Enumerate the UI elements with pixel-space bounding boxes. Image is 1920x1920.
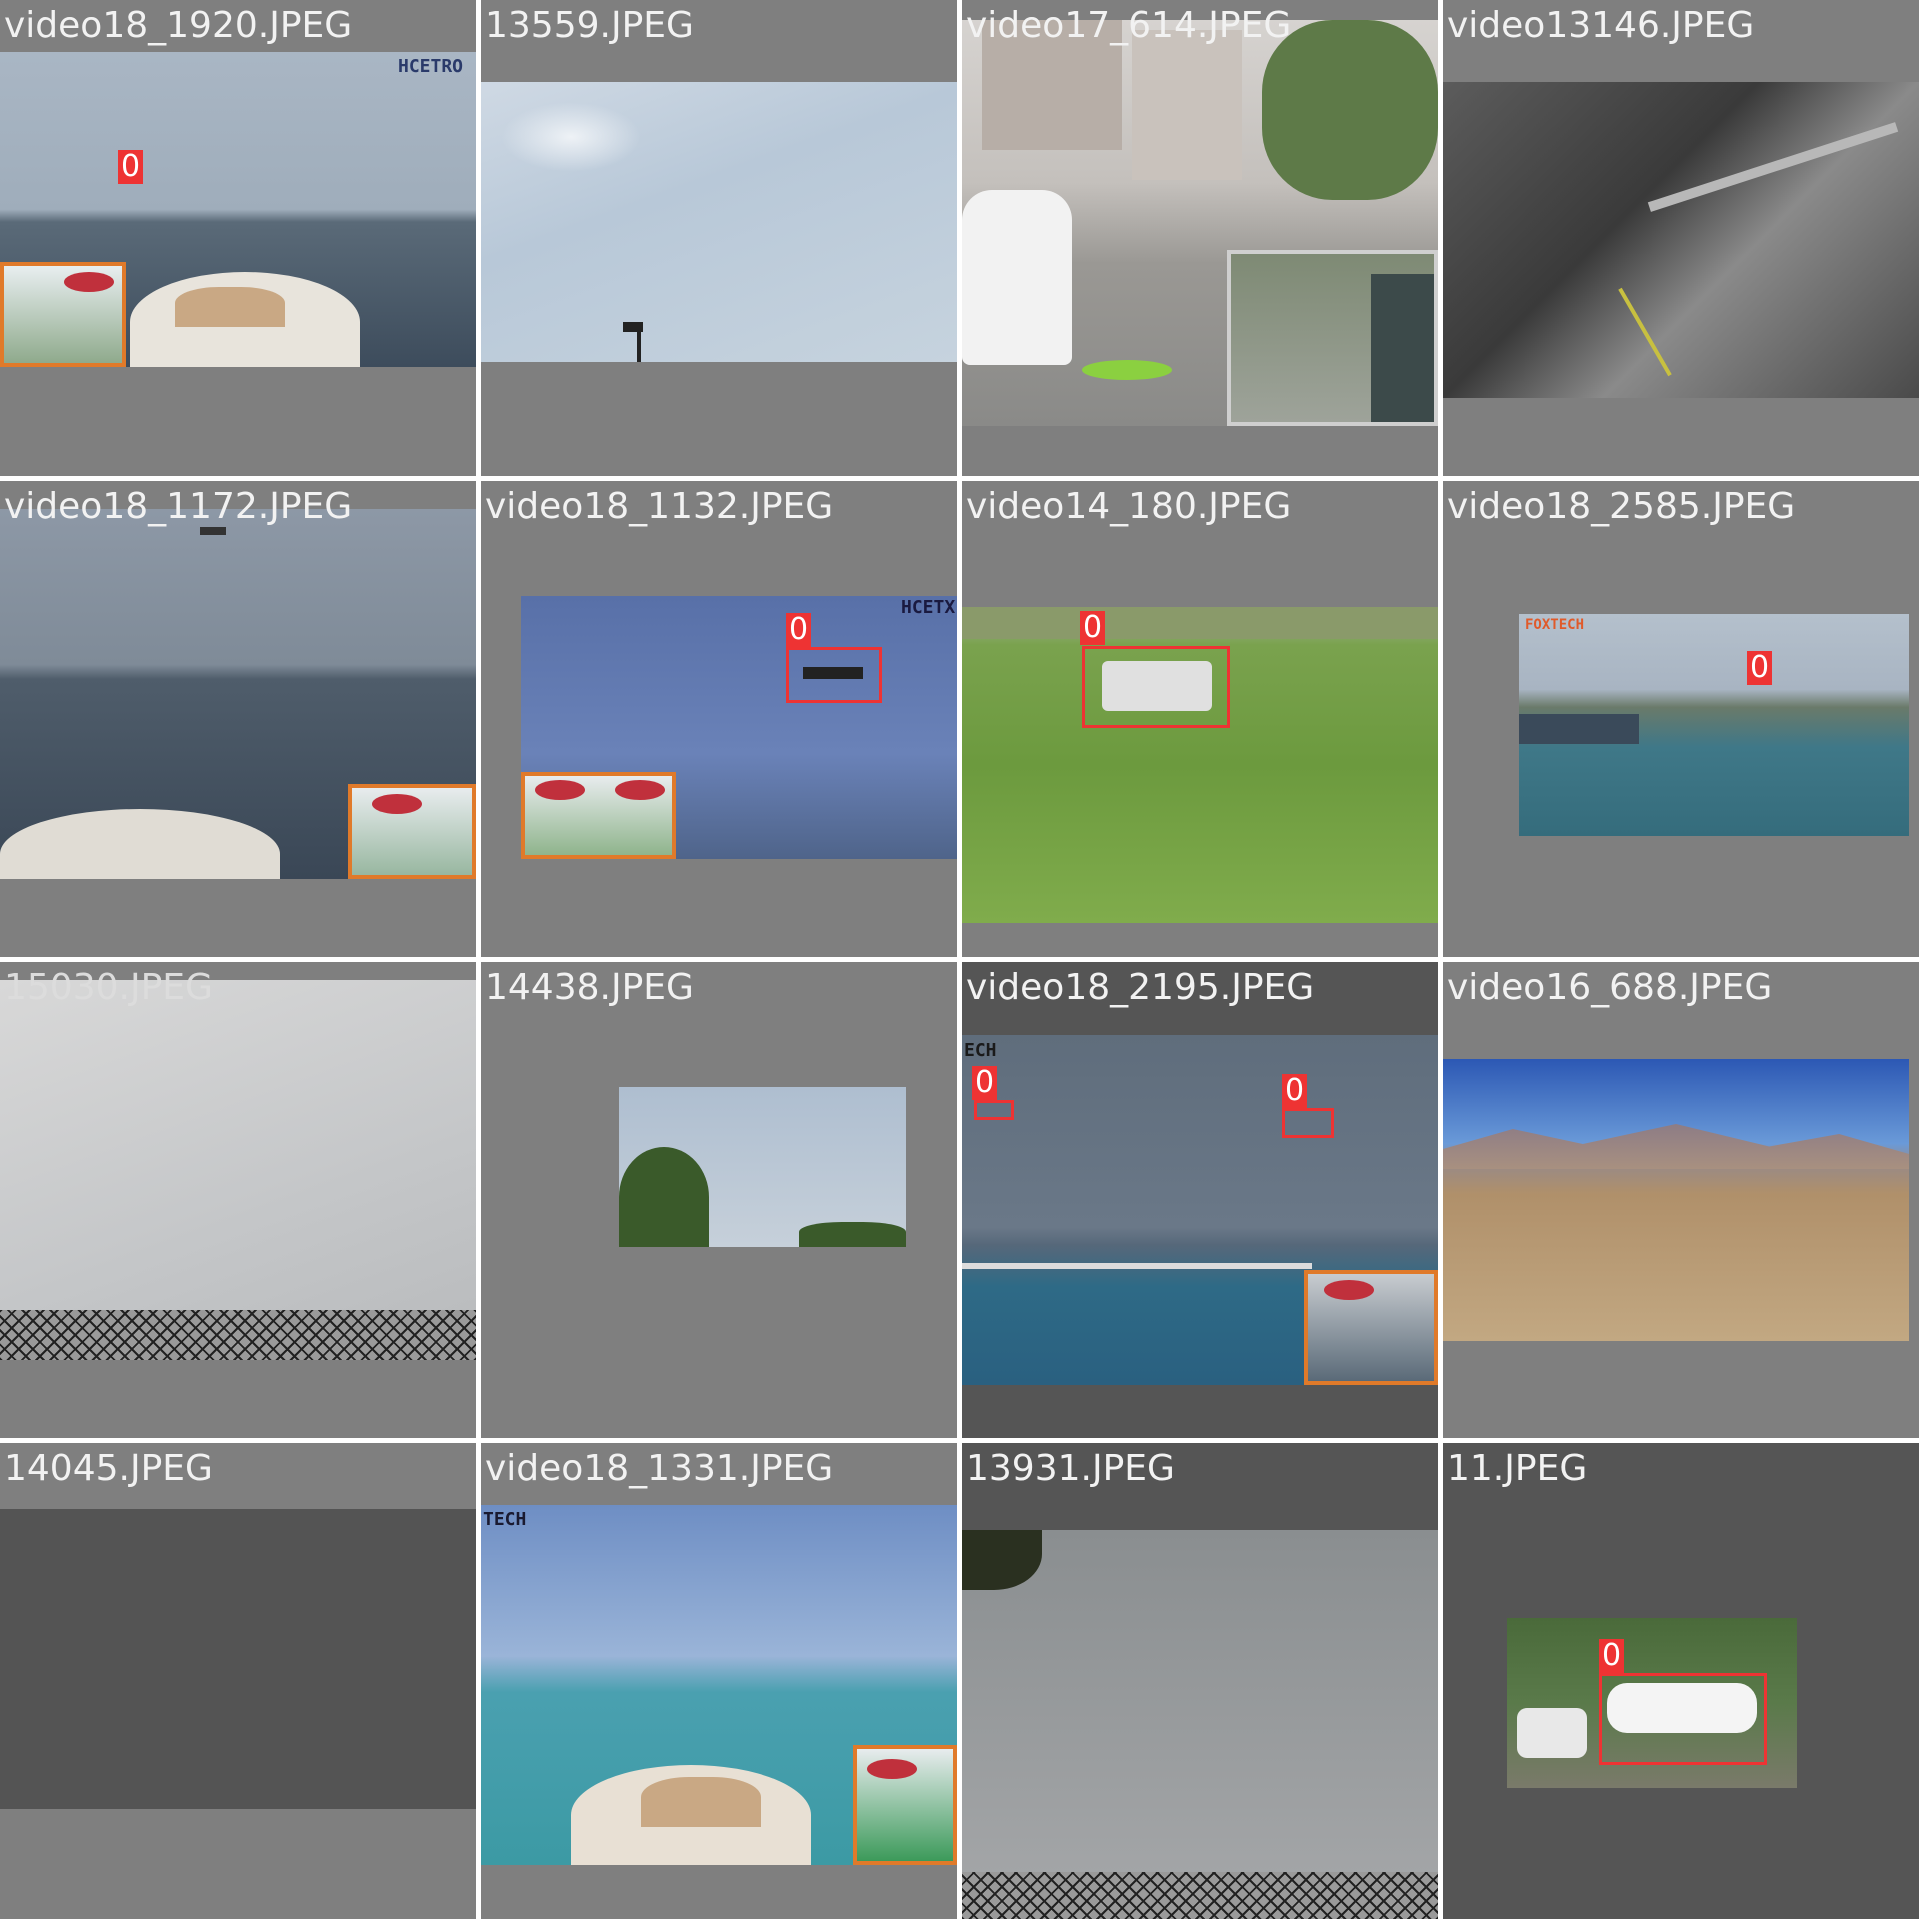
tile-video16-688: video16_688.JPEG — [1443, 962, 1919, 1438]
tile-filename: 13559.JPEG — [485, 5, 694, 46]
tile-13931: 13931.JPEG — [962, 1443, 1438, 1919]
tile-filename: 14438.JPEG — [485, 967, 694, 1008]
inset-operator-view — [1227, 250, 1438, 426]
tile-video14-180: 0 video14_180.JPEG — [962, 481, 1438, 957]
operator — [1371, 274, 1434, 422]
dark-scene — [0, 1509, 476, 1809]
tile-filename: 14045.JPEG — [4, 1448, 213, 1489]
fence — [0, 1310, 476, 1360]
tile-video18-1920: HCETRO 0 video18_1920.JPEG — [0, 0, 476, 476]
tile-filename: 11.JPEG — [1447, 1448, 1588, 1489]
sea-boat-scene — [481, 1505, 957, 1865]
detection-label: 0 — [1599, 1639, 1625, 1673]
boats — [1519, 714, 1639, 744]
lamp-head — [623, 322, 643, 332]
tile-15030: 15030.JPEG — [0, 962, 476, 1438]
tile-filename: video18_1132.JPEG — [485, 486, 834, 527]
boat-deck — [175, 287, 285, 327]
tree — [619, 1147, 709, 1247]
branches — [962, 1530, 1042, 1590]
overcast-sky-scene — [962, 1530, 1438, 1919]
tile-filename: video14_180.JPEG — [966, 486, 1292, 527]
inset-camera-view — [853, 1745, 957, 1865]
bushes — [799, 1222, 906, 1247]
watermark: FOXTECH — [1525, 617, 1585, 633]
tile-filename: video13146.JPEG — [1447, 5, 1755, 46]
inset-camera-view — [348, 784, 476, 879]
inset-camera-view — [1304, 1270, 1438, 1385]
tile-14045: 14045.JPEG — [0, 1443, 476, 1919]
cloud — [501, 102, 641, 172]
propeller — [615, 780, 665, 800]
boat-railing — [962, 1263, 1312, 1269]
tile-13559: 13559.JPEG — [481, 0, 957, 476]
tile-filename: video16_688.JPEG — [1447, 967, 1773, 1008]
desert-scene — [1443, 1059, 1909, 1341]
propeller — [867, 1759, 917, 1779]
tile-filename: video17_614.JPEG — [966, 5, 1292, 46]
detection-label: 0 — [1080, 611, 1106, 645]
watermark: HCETRO — [398, 56, 464, 77]
corridor-scene — [1443, 82, 1919, 398]
tile-filename: 15030.JPEG — [4, 967, 213, 1008]
floor-line — [1618, 287, 1672, 377]
tile-video18-1331: TECH video18_1331.JPEG — [481, 1443, 957, 1919]
detection-label: 0 — [972, 1066, 998, 1100]
drone — [803, 667, 863, 679]
tile-filename: video18_1331.JPEG — [485, 1448, 834, 1489]
inset-camera-view — [0, 262, 126, 367]
detection-box — [1082, 646, 1230, 728]
tile-filename: video18_1172.JPEG — [4, 486, 353, 527]
tile-14438: 14438.JPEG — [481, 962, 957, 1438]
detection-label: 0 — [1747, 651, 1773, 685]
building — [1132, 30, 1242, 180]
watermark: HCETX — [901, 597, 956, 618]
boat-deck — [641, 1777, 761, 1827]
propeller — [535, 780, 585, 800]
tile-video17-614: video17_614.JPEG — [962, 0, 1438, 476]
detection-box — [974, 1100, 1014, 1120]
sea-scene — [0, 509, 476, 879]
lamp-post — [637, 327, 641, 362]
tree-sky-scene — [619, 1087, 906, 1247]
propeller — [372, 794, 422, 814]
detection-label: 0 — [786, 613, 812, 647]
detection-box — [1599, 1673, 1767, 1765]
propeller — [1324, 1280, 1374, 1300]
drone — [1082, 360, 1172, 380]
inset-camera-view — [521, 772, 676, 859]
fence — [962, 1872, 1438, 1919]
sea-boat-scene — [962, 1035, 1438, 1385]
tile-filename: video18_2195.JPEG — [966, 967, 1315, 1008]
controller — [1517, 1708, 1587, 1758]
street-scene — [962, 20, 1438, 426]
tile-filename: video18_2585.JPEG — [1447, 486, 1796, 527]
boat-bow — [0, 809, 280, 879]
detection-label: 0 — [118, 150, 144, 184]
tile-video18-1172: video18_1172.JPEG — [0, 481, 476, 957]
tree-line — [962, 607, 1438, 639]
sky-scene — [481, 82, 957, 362]
sea-scene — [0, 52, 476, 367]
detection-box — [1282, 1108, 1334, 1138]
watermark: ECH — [964, 1040, 997, 1061]
tile-video13146: video13146.JPEG — [1443, 0, 1919, 476]
mountains — [1443, 1124, 1909, 1169]
white-car — [962, 190, 1072, 365]
watermark: TECH — [483, 1509, 527, 1530]
image-grid: HCETRO 0 video18_1920.JPEG 13559.JPEG vi… — [0, 0, 1920, 1920]
tile-video18-1132: HCETX 0 video18_1132.JPEG — [481, 481, 957, 957]
wall-stripe — [1647, 122, 1899, 212]
harbor-scene — [1519, 614, 1909, 836]
detection-label: 0 — [1282, 1074, 1308, 1108]
sky-sea-scene — [521, 596, 957, 859]
tile-video18-2195: ECH 0 0 video18_2195.JPEG — [962, 962, 1438, 1438]
tile-filename: video18_1920.JPEG — [4, 5, 353, 46]
tile-filename: 13931.JPEG — [966, 1448, 1175, 1489]
overcast-sky-scene — [0, 980, 476, 1360]
propeller — [64, 272, 114, 292]
tile-video18-2585: FOXTECH 0 video18_2585.JPEG — [1443, 481, 1919, 957]
tile-11: 0 11.JPEG — [1443, 1443, 1919, 1919]
